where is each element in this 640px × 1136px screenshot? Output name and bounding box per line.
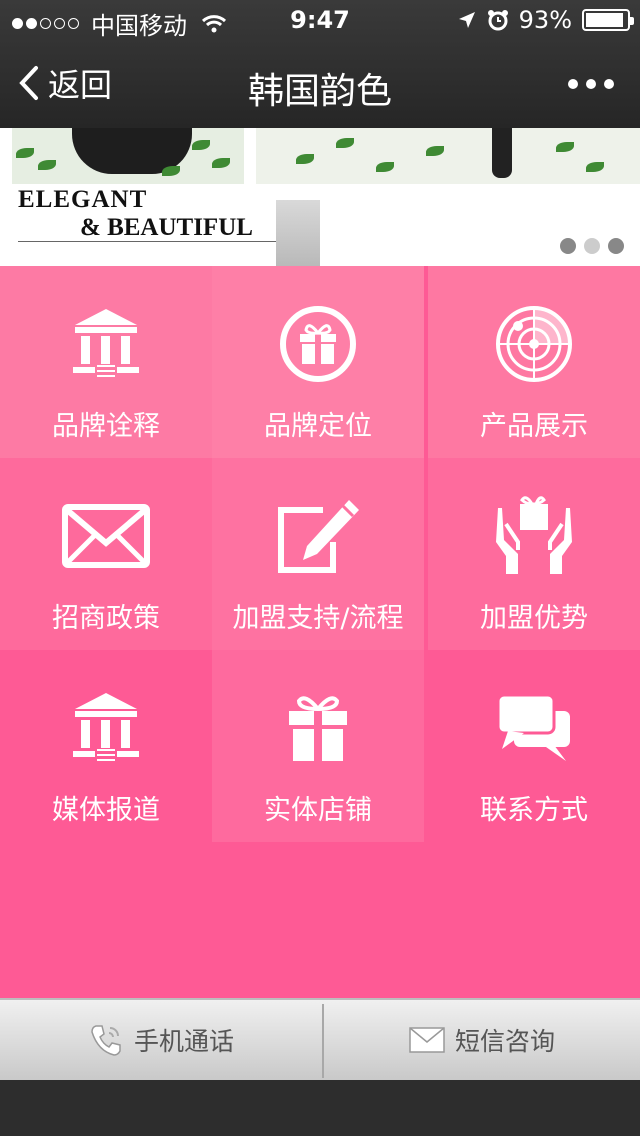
envelope-icon [409,1027,445,1053]
menu-tile-label: 加盟支持/流程 [232,603,404,634]
location-icon [458,12,475,28]
banner-rule [18,241,318,242]
menu-grid: 品牌诠释 品牌定位 产品展示招商政策 加盟支持/流程 加盟优势媒体报道 实体店铺 联系方式 [0,266,640,998]
chat-icon [428,688,640,768]
radar-icon [428,304,640,384]
banner-jewelry-image [276,200,320,266]
menu-tile[interactable]: 媒体报道 [0,650,212,842]
banner-photo-left [12,128,244,184]
building-icon [0,304,212,384]
banner-text-line1: ELEGANT [18,186,148,213]
hands-gift-icon [428,496,640,576]
menu-tile-label: 联系方式 [480,795,588,826]
page-title: 韩国韵色 [247,71,392,112]
pager-dot[interactable] [584,238,600,254]
pager-dot[interactable] [608,238,624,254]
menu-tile[interactable]: 招商政策 [0,458,212,650]
sms-label: 短信咨询 [454,1027,555,1056]
battery-percent: 93% [518,6,572,34]
menu-tile[interactable]: 加盟支持/流程 [212,458,424,650]
menu-tile[interactable]: 品牌诠释 [0,266,212,458]
bottom-action-bar: 手机通话 短信咨询 [0,998,640,1080]
building-icon [0,688,212,768]
envelope-icon [0,496,212,576]
menu-tile[interactable]: 实体店铺 [212,650,424,842]
pager-dot[interactable] [560,238,576,254]
banner-text-line2: & BEAUTIFUL [80,214,253,241]
menu-tile[interactable]: 联系方式 [428,650,640,842]
more-dot [604,79,614,89]
menu-tile-label: 产品展示 [480,411,588,442]
menu-tile-label: 招商政策 [52,603,160,634]
phone-icon [91,1025,121,1056]
menu-tile-label: 实体店铺 [264,795,372,826]
top-header: 中国移动 9:47 93% 返回 韩国韵色 [0,0,640,128]
call-button[interactable]: 手机通话 [0,1000,322,1080]
alarm-icon [487,10,508,31]
gift-circle-icon [212,304,424,384]
status-bar: 中国移动 9:47 93% [0,0,640,40]
more-button[interactable] [568,62,614,106]
banner-carousel[interactable]: ELEGANT & BEAUTIFUL [0,128,640,266]
battery-icon [582,9,634,31]
gift-icon [212,688,424,768]
edit-icon [212,496,424,576]
call-label: 手机通话 [133,1027,234,1056]
menu-tile-label: 品牌诠释 [52,411,160,442]
menu-tile[interactable]: 品牌定位 [212,266,424,458]
menu-tile[interactable]: 加盟优势 [428,458,640,650]
banner-photo-right [256,128,640,184]
more-dot [586,79,596,89]
nav-bar: 返回 韩国韵色 [0,40,640,128]
menu-tile-label: 品牌定位 [264,411,372,442]
menu-tile-label: 媒体报道 [52,795,160,826]
sms-button[interactable]: 短信咨询 [324,1000,640,1080]
carousel-pager [560,238,624,254]
menu-tile-label: 加盟优势 [480,603,588,634]
menu-tile[interactable]: 产品展示 [428,266,640,458]
more-dot [568,79,578,89]
